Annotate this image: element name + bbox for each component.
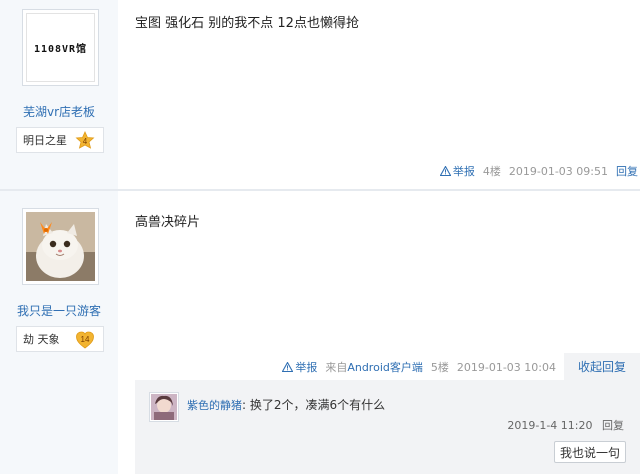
post-floor-5: 我只是一只游客 劫 天象 14 高兽决碎片 举报 来自Android客户端 5楼… [0,191,640,474]
post-content: 宝图 强化石 别的我不点 12点也懒得抢 [135,16,359,31]
avatar[interactable]: 1108VR馆 [22,9,99,86]
comment-text-line: 紫色的静猪: 换了2个，凑满6个有什么 [187,396,385,413]
level-badge-icon: 4 [75,131,95,149]
client-link[interactable]: Android客户端 [347,361,423,374]
rank-badge: 劫 天象 14 [16,326,104,352]
post-floor-4: 1108VR馆 芜湖vr店老板 明日之星 4 宝图 强化石 别的我不点 12点也… [0,0,640,190]
author-username[interactable]: 芜湖vr店老板 [0,103,118,120]
author-sidebar: 1108VR馆 芜湖vr店老板 明日之星 4 [0,0,118,190]
post-content: 高兽决碎片 [135,215,201,230]
author-sidebar: 我只是一只游客 劫 天象 14 [0,191,118,474]
post-time: 2019-01-03 09:51 [508,164,608,178]
rank-badge: 明日之星 4 [16,127,104,153]
comment-time: 2019-1-4 11:20 [507,419,593,432]
report-link[interactable]: 举报 [282,359,317,375]
cat-avatar-image [26,212,95,281]
reply-thread: 紫色的静猪: 换了2个，凑满6个有什么 2019-1-4 11:20 回复 我也… [135,380,640,474]
warning-icon [282,362,294,372]
report-link[interactable]: 举报 [439,163,475,179]
level-number: 14 [81,335,90,344]
post-source: 来自Android客户端 [325,361,423,374]
floor-number: 4楼 [482,165,501,178]
post-time: 2019-01-03 10:04 [456,360,556,374]
avatar[interactable] [22,208,99,285]
warning-icon [439,166,451,176]
add-comment-button[interactable]: 我也说一句 [554,441,626,463]
reply-link[interactable]: 回复 [616,163,638,179]
comment-meta: 2019-1-4 11:20 回复 [507,417,624,433]
avatar-logo-text: 1108VR馆 [33,44,88,55]
level-number: 4 [83,137,88,146]
comment-text: 换了2个，凑满6个有什么 [249,398,386,412]
report-label: 举报 [295,361,318,374]
comment-username[interactable]: 紫色的静猪 [187,399,242,412]
comment-separator: : [242,398,247,412]
rank-title: 劫 天象 [23,333,60,346]
rank-title: 明日之星 [23,134,67,147]
post-meta: 举报 来自Android客户端 5楼 2019-01-03 10:04 收起回复 [282,353,640,381]
post-meta: 举报 4楼 2019-01-03 09:51 回复 [439,163,640,179]
floor-number: 5楼 [430,361,449,374]
report-label: 举报 [452,165,475,178]
avatar-image: 1108VR馆 [26,13,95,82]
comment-reply-link[interactable]: 回复 [602,419,624,432]
collapse-replies-button[interactable]: 收起回复 [563,353,640,381]
level-badge-icon: 14 [76,331,94,349]
author-username[interactable]: 我只是一只游客 [0,302,118,319]
comment-avatar[interactable] [149,392,179,422]
comment-avatar-image [151,394,177,420]
